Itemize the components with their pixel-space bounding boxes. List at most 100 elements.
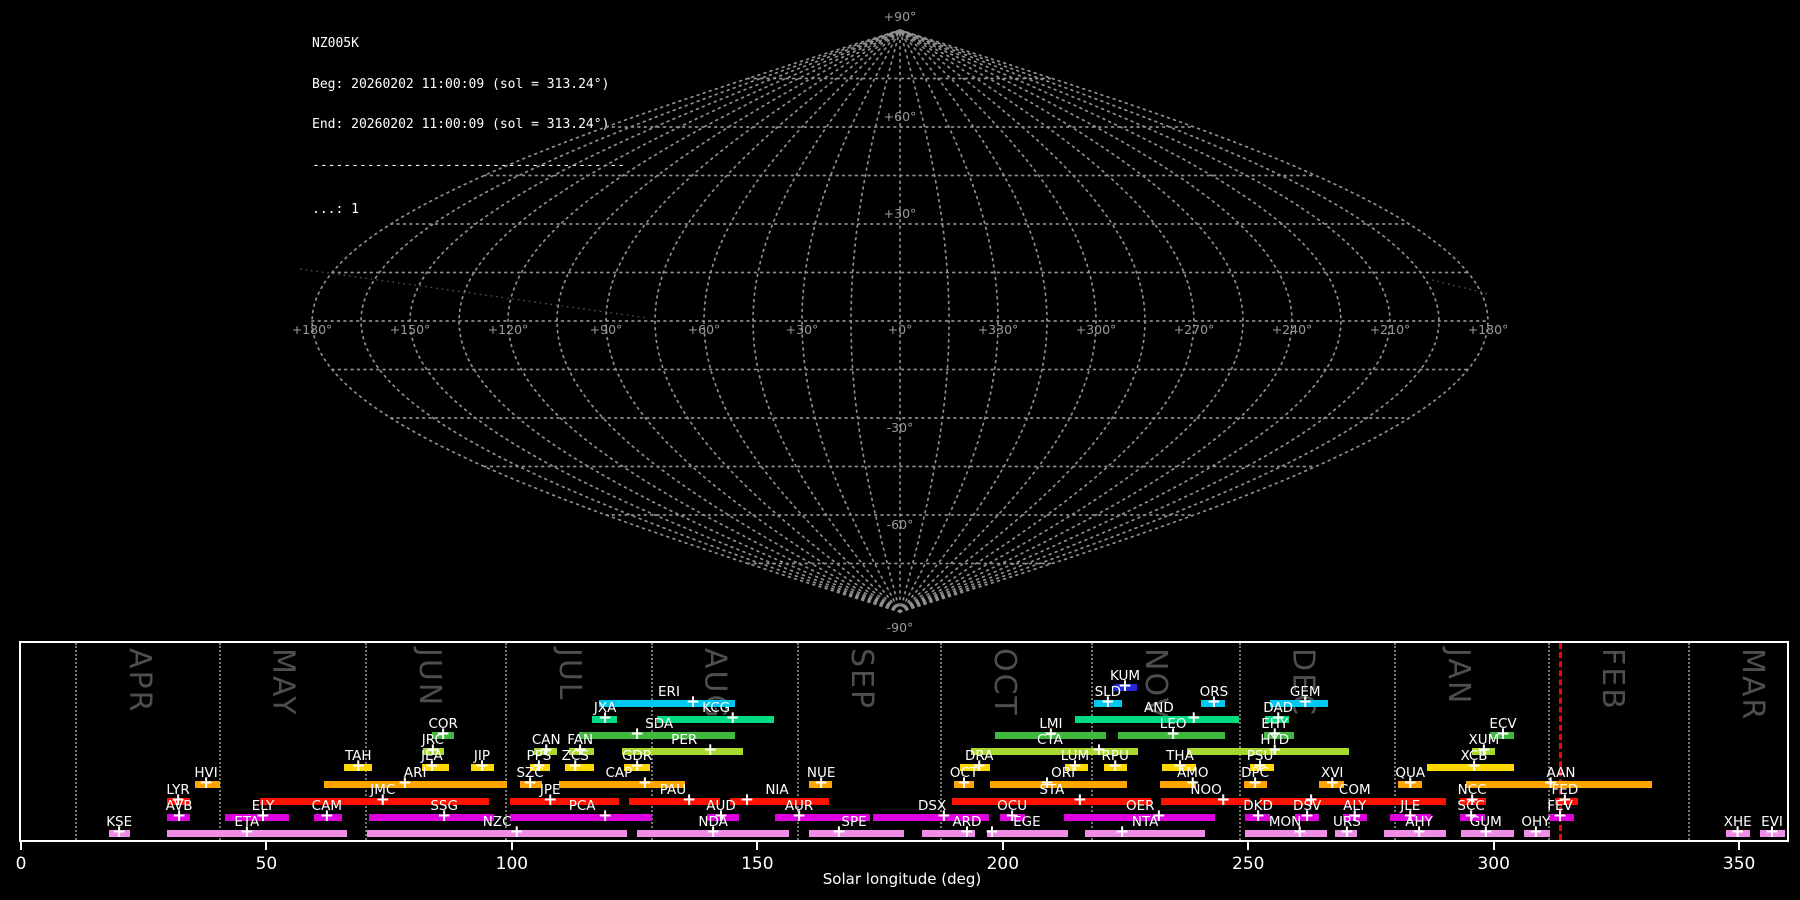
activity-timeline: Solar longitude (deg) APR MAY JUN JUL AUG SEP… [16,641,1789,888]
lat-label-60: +60° [884,109,917,124]
peak-marker-eri: + [685,691,701,712]
shower-label-kcg: KCG [702,700,731,716]
meteor-activity-screen: { "header": { "station": "NZ005K", "beg_… [0,0,1800,900]
lat-label-90: +90° [884,9,917,24]
shower-label-aan: AAN [1546,765,1576,781]
shower-bar-ari [323,781,507,788]
peak-marker-sda: + [629,723,645,744]
shower-label-eri: ERI [658,684,680,700]
peak-marker-pca: + [598,805,613,826]
shower-label-cap: CAP [605,765,633,781]
peak-marker-nzc: + [509,821,524,842]
lat-label-30: +30° [884,206,917,221]
x-tick-label-150: 150 [741,854,774,874]
shower-label-ncc: NCC [1457,782,1487,798]
shower-label-eta: ETA [234,814,260,830]
shower-label-zcs: ZCS [561,748,589,764]
month-label-oct: OCT [986,648,1022,717]
shower-label-kse: KSE [106,814,133,830]
shower-label-ehy: EHY [1261,716,1289,732]
shower-label-lmi: LMI [1039,716,1063,732]
shower-label-psu: PSU [1246,748,1274,764]
shower-label-gem: GEM [1289,684,1321,700]
shower-label-jip: JIP [473,748,491,764]
shower-label-sda: SDA [645,716,674,732]
shower-bar-jpe [509,798,619,805]
shower-label-cor: COR [428,716,458,732]
shower-label-fev: FEV [1547,798,1573,814]
shower-bar-pca [509,814,652,821]
x-tick-label-250: 250 [1232,854,1265,874]
shower-label-oct: OCT [949,765,979,781]
x-tick-label-200: 200 [986,854,1020,874]
shower-label-xcb: XCB [1460,748,1488,764]
shower-label-tha: THA [1166,748,1194,764]
shower-label-per: PER [671,732,698,748]
shower-label-dra: DRA [965,748,994,764]
x-tick-50 [265,842,268,850]
faint-reference-curve-1 [1431,279,1490,295]
sky-map: +180° +150° +120° +90° +60° +30° +0° +330° +300°… [292,9,1509,635]
shower-label-ohy: OHY [1521,814,1551,830]
shower-bar-ege [987,830,1069,837]
month-label-jan: JAN [1440,648,1476,706]
shower-bar-nzc [367,830,627,837]
x-tick-300 [1492,842,1495,850]
shower-bar-sta [952,798,1152,805]
peak-marker-sta: + [1072,789,1087,810]
shower-label-can: CAN [531,732,561,748]
shower-label-fed: FED [1551,782,1579,798]
x-tick-label-350: 350 [1722,854,1756,874]
shower-bar-mon [1244,830,1328,837]
shower-label-sta: STA [1039,782,1065,798]
shower-label-mon: MON [1268,814,1302,830]
shower-label-xhe: XHE [1723,814,1752,830]
shower-label-ard: ARD [952,814,982,830]
month-label-may: MAY [265,648,301,717]
lon-label-9: +270° [1174,322,1215,337]
lon-label-2: +120° [488,322,529,337]
x-tick-label-0: 0 [15,854,27,874]
month-line-apr [74,643,77,840]
shower-label-qua: QUA [1395,765,1426,781]
shower-label-oer: OER [1125,798,1155,814]
shower-bar-eta [166,830,347,837]
shower-label-ocu: OCU [997,798,1028,814]
shower-label-ege: EGE [1013,814,1041,830]
shower-bar-sda [579,732,735,739]
shower-bar-nta [1084,830,1206,837]
lon-label-1: +150° [390,322,431,337]
shower-label-dpc: DPC [1241,765,1270,781]
month-label-feb: FEB [1595,648,1630,711]
x-tick-label-300: 300 [1477,854,1510,874]
lon-label-12: +180° [1468,322,1509,337]
shower-label-leo: LEO [1159,716,1187,732]
lat-label--90: -90° [887,620,914,635]
shower-label-cta: CTA [1036,732,1063,748]
month-line-jul [505,643,508,840]
shower-label-nia: NIA [765,782,789,798]
shower-label-hvi: HVI [194,765,218,781]
x-tick-350 [1738,842,1741,850]
shower-label-jpe: JPE [539,782,561,798]
shower-label-and: AND [1144,700,1174,716]
shower-label-ari: ARI [403,765,427,781]
month-label-apr: APR [121,648,157,714]
peak-marker-and: + [1186,707,1201,728]
shower-label-nzc: NZC [482,814,512,830]
faint-reference-curve-0 [299,268,649,319]
shower-label-lum: LUM [1060,748,1090,764]
shower-label-xvi: XVI [1320,765,1344,781]
shower-label-amo: AMO [1177,765,1209,781]
shower-label-jea: JEA [421,748,443,764]
month-line-dec [1238,643,1241,840]
lon-label-8: +300° [1076,322,1117,337]
shower-label-jrc: JRC [421,732,444,748]
shower-label-kum: KUM [1110,668,1141,684]
lon-label-0: +180° [292,322,333,337]
shower-label-aud: AUD [706,798,736,814]
shower-label-cam: CAM [311,798,342,814]
x-axis-title: Solar longitude (deg) [822,870,982,888]
shower-label-ahy: AHY [1405,814,1433,830]
shower-label-spe: SPE [841,814,867,830]
